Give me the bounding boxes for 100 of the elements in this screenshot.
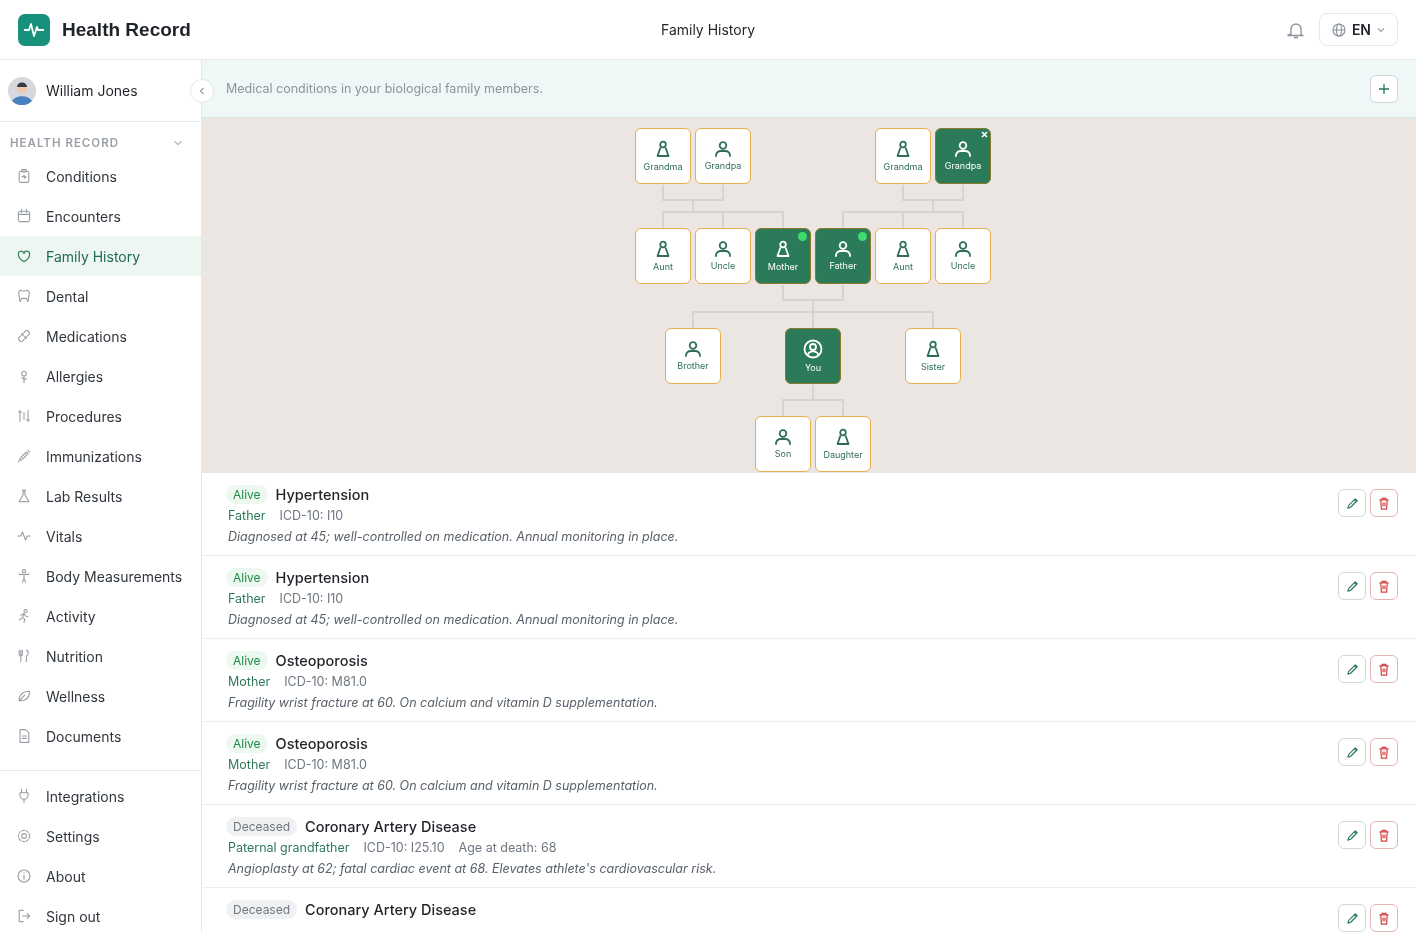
sidebar-item[interactable]: About xyxy=(0,856,201,896)
page-title: Family History xyxy=(660,21,756,38)
plug-icon xyxy=(16,788,32,804)
sidebar-item[interactable]: Nutrition xyxy=(0,636,201,676)
sidebar-item[interactable]: Body Measurements xyxy=(0,556,201,596)
condition-name: Hypertension xyxy=(275,569,370,586)
edit-button[interactable] xyxy=(1338,655,1366,683)
sidebar-item[interactable]: Encounters xyxy=(0,196,201,236)
add-button[interactable] xyxy=(1370,74,1398,103)
trash-icon xyxy=(1378,828,1390,842)
family-member-node[interactable]: Aunt xyxy=(875,228,931,284)
female-person-icon xyxy=(895,240,911,258)
sidebar-item[interactable]: Sign out xyxy=(0,896,201,932)
edit-button[interactable] xyxy=(1338,821,1366,849)
sidebar-item[interactable]: Documents xyxy=(0,716,201,756)
tooth-icon xyxy=(16,288,32,304)
family-member-node[interactable]: Uncle xyxy=(935,228,991,284)
delete-button[interactable] xyxy=(1370,489,1398,517)
sidebar-item[interactable]: Allergies xyxy=(0,356,201,396)
person-icon xyxy=(714,141,732,157)
pill-icon xyxy=(16,328,32,344)
notification-bell-icon[interactable] xyxy=(1286,20,1305,39)
relation-text: Father xyxy=(228,508,266,523)
female-person-icon xyxy=(655,240,671,258)
status-badge: Deceased xyxy=(226,817,298,836)
family-member-node[interactable]: Father xyxy=(815,228,871,284)
sidebar-item[interactable]: Vitals xyxy=(0,516,201,556)
family-member-node[interactable]: You xyxy=(785,328,841,384)
family-member-node[interactable]: Grandpa xyxy=(695,128,751,184)
chevron-down-icon[interactable] xyxy=(173,139,183,147)
condition-name: Osteoporosis xyxy=(275,735,368,752)
delete-button[interactable] xyxy=(1370,738,1398,766)
condition-note: Diagnosed at 45; well-controlled on medication. Annual monitoring in place. xyxy=(227,612,679,627)
pencil-icon xyxy=(1345,496,1359,510)
status-badge: Alive xyxy=(226,651,268,670)
relation-text: Paternal grandfather xyxy=(228,840,350,855)
condition-name: Coronary Artery Disease xyxy=(305,901,477,918)
description-text: Medical conditions in your biological family members. xyxy=(226,81,544,96)
family-member-node[interactable]: Grandpa xyxy=(935,128,991,184)
sidebar-item[interactable]: Wellness xyxy=(0,676,201,716)
sidebar-item[interactable]: Integrations xyxy=(0,776,201,816)
person-icon xyxy=(954,141,972,157)
sidebar-item[interactable]: Dental xyxy=(0,276,201,316)
condition-name: Hypertension xyxy=(275,486,370,503)
delete-button[interactable] xyxy=(1370,572,1398,600)
cutlery-icon xyxy=(16,648,32,664)
condition-name: Coronary Artery Disease xyxy=(305,818,477,835)
sidebar-item[interactable]: Family History xyxy=(0,236,201,276)
language-selector[interactable]: EN xyxy=(1318,13,1398,46)
flask-icon xyxy=(16,488,32,504)
section-heading: HEALTH RECORD xyxy=(10,136,119,150)
avatar xyxy=(8,76,36,105)
sidebar-item[interactable]: Activity xyxy=(0,596,201,636)
close-icon[interactable] xyxy=(981,131,988,138)
icd-code: ICD-10: I10 xyxy=(279,508,344,523)
sidebar-item[interactable]: Medications xyxy=(0,316,201,356)
logo-icon xyxy=(18,13,50,46)
status-badge: Alive xyxy=(226,485,268,504)
edit-button[interactable] xyxy=(1338,489,1366,517)
trash-icon xyxy=(1378,579,1390,593)
status-badge: Alive xyxy=(226,568,268,587)
delete-button[interactable] xyxy=(1370,821,1398,849)
sidebar-item[interactable]: Conditions xyxy=(0,156,201,196)
family-member-node[interactable]: Grandma xyxy=(875,128,931,184)
family-member-node[interactable]: Mother xyxy=(755,228,811,284)
runner-icon xyxy=(16,608,32,624)
app-title: Health Record xyxy=(62,18,191,41)
settings-icon xyxy=(16,828,32,844)
condition-note: Fragility wrist fracture at 60. On calcium and vitamin D supplementation. xyxy=(227,695,658,710)
globe-icon xyxy=(1331,22,1346,37)
edit-button[interactable] xyxy=(1338,738,1366,766)
chevron-left-icon xyxy=(199,87,205,95)
sidebar-item[interactable]: Procedures xyxy=(0,396,201,436)
delete-button[interactable] xyxy=(1370,655,1398,683)
trash-icon xyxy=(1378,662,1390,676)
clipboard-icon xyxy=(16,168,32,184)
delete-button[interactable] xyxy=(1370,904,1398,932)
person-icon xyxy=(714,241,732,257)
family-member-node[interactable]: Aunt xyxy=(635,228,691,284)
sidebar-item[interactable]: Lab Results xyxy=(0,476,201,516)
status-badge: Deceased xyxy=(226,900,298,919)
edit-button[interactable] xyxy=(1338,572,1366,600)
family-member-node[interactable]: Son xyxy=(755,416,811,472)
age-at-death: Age at death: 68 xyxy=(458,840,557,855)
family-member-node[interactable]: Uncle xyxy=(695,228,751,284)
heart-icon xyxy=(16,248,32,264)
pencil-icon xyxy=(1345,662,1359,676)
pencil-icon xyxy=(1345,745,1359,759)
icd-code: ICD-10: M81.0 xyxy=(284,757,367,772)
sidebar-item[interactable]: Settings xyxy=(0,816,201,856)
family-member-node[interactable]: Brother xyxy=(665,328,721,384)
condition-note: Diagnosed at 45; well-controlled on medication. Annual monitoring in place. xyxy=(227,529,679,544)
edit-button[interactable] xyxy=(1338,904,1366,932)
family-member-node[interactable]: Sister xyxy=(905,328,961,384)
user-name: William Jones xyxy=(46,82,138,99)
sign-out-icon xyxy=(16,908,32,924)
family-member-node[interactable]: Daughter xyxy=(815,416,871,472)
family-member-node[interactable]: Grandma xyxy=(635,128,691,184)
sidebar-item[interactable]: Immunizations xyxy=(0,436,201,476)
icd-code: ICD-10: I25.10 xyxy=(363,840,445,855)
